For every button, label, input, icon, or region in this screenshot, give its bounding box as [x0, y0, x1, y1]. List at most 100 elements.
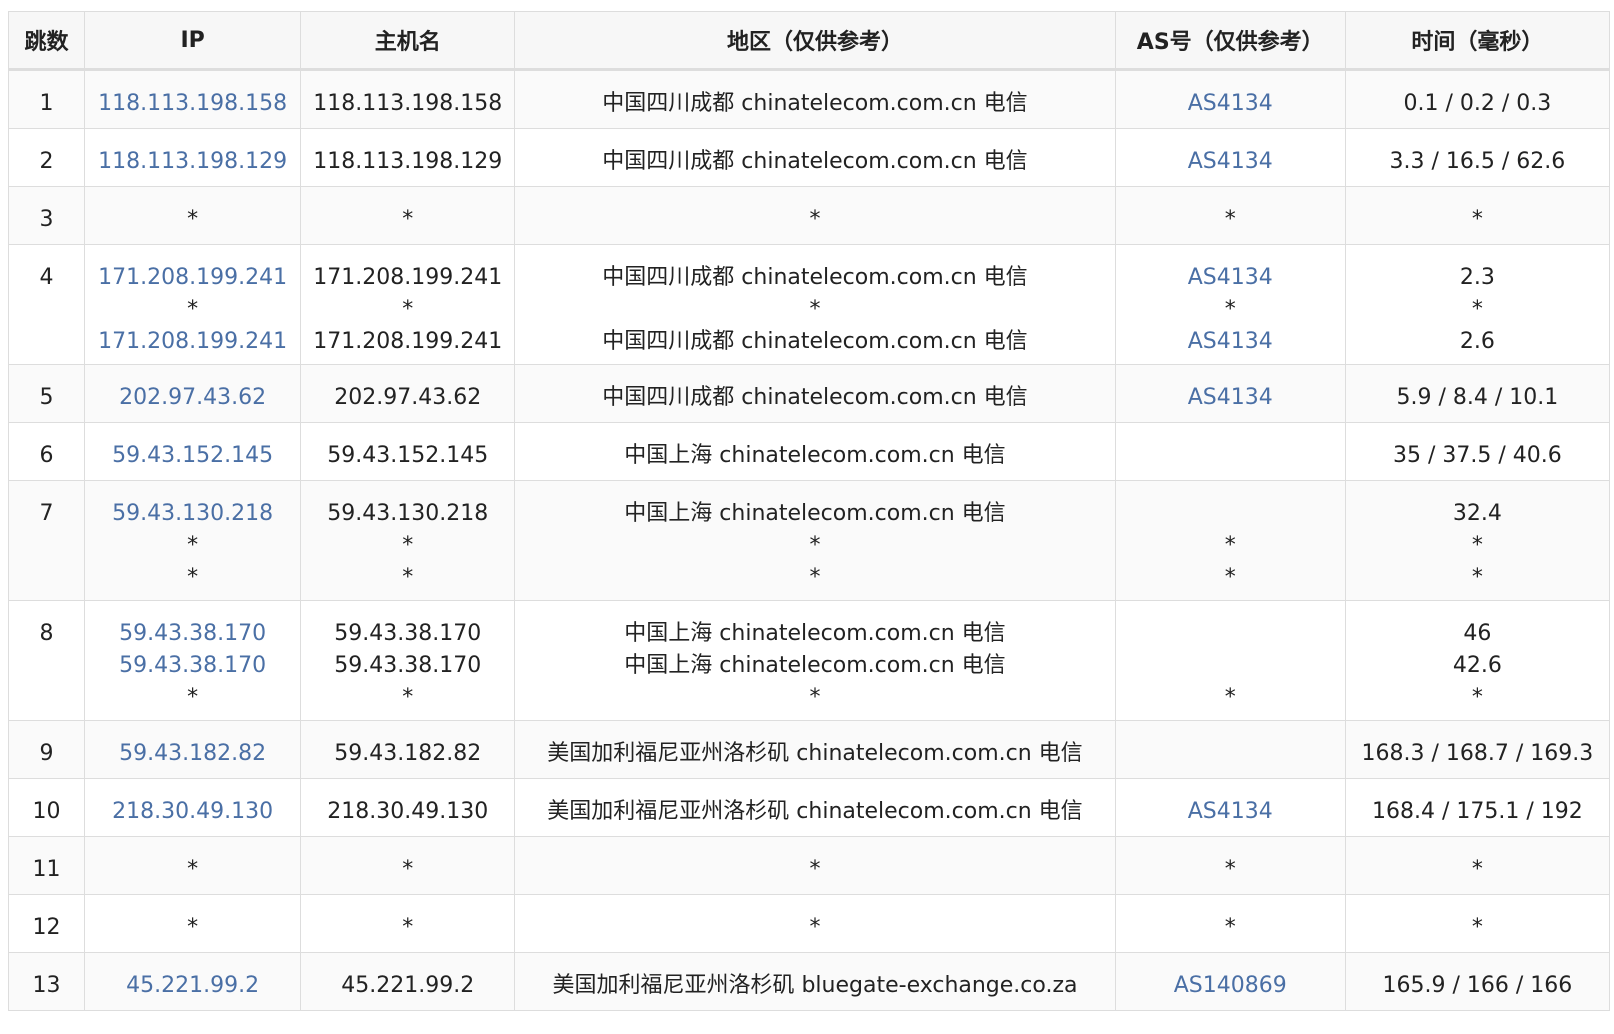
ip-link[interactable]: 171.208.199.241 [98, 265, 287, 290]
hop-cell: 2 [7, 128, 86, 187]
table-row: 13 45.221.99.2 45.221.99.2 美国加利福尼亚州洛杉矶 blue… [7, 952, 1611, 1011]
hop-number: 13 [32, 973, 61, 998]
hostname-cell-value: 59.43.152.145 [327, 443, 489, 468]
time-cell: 35 / 37.5 / 40.6 [1344, 422, 1611, 481]
hostname-cell: 218.30.49.130 [300, 778, 516, 837]
time-cell-value: 168.4 / 175.1 / 192 [1372, 799, 1583, 824]
region-cell-value: * [809, 297, 821, 322]
as-link[interactable]: AS4134 [1188, 799, 1273, 824]
as-number-cell-value: * [1224, 207, 1236, 232]
time-cell: * [1344, 186, 1611, 245]
ip-cell-line: 171.208.199.241 [85, 262, 300, 294]
hostname-cell-value: 171.208.199.241 [313, 329, 503, 354]
time-cell-value: 2.6 [1459, 329, 1495, 354]
time-cell: 168.4 / 175.1 / 192 [1344, 778, 1611, 837]
ip-link[interactable]: 45.221.99.2 [126, 973, 259, 998]
ip-link[interactable]: 218.30.49.130 [112, 799, 273, 824]
header-hop: 跳数 [7, 11, 86, 71]
ip-link[interactable]: 59.43.182.82 [119, 741, 266, 766]
hostname-cell-value: * [402, 565, 414, 590]
hop-cell: 13 [7, 952, 86, 1011]
as-link[interactable]: AS4134 [1188, 329, 1273, 354]
region-cell: 中国上海 chinatelecom.com.cn 电信 [514, 422, 1116, 481]
ip-cell-value: * [187, 915, 199, 940]
region-cell-value: 美国加利福尼亚州洛杉矶 chinatelecom.com.cn 电信 [547, 799, 1083, 824]
as-number-cell-line: AS4134 [1116, 382, 1345, 414]
hop-cell: 12 [7, 894, 86, 953]
time-cell-value: 3.3 / 16.5 / 62.6 [1389, 149, 1566, 174]
table-row: 4 171.208.199.241 * 171.208.199.241 171.208.… [7, 244, 1611, 365]
header-hostname: 主机名 [300, 11, 516, 71]
ip-link[interactable]: 202.97.43.62 [119, 385, 266, 410]
hop-number: 2 [39, 149, 54, 174]
ip-cell: 59.43.130.218 * * [84, 480, 302, 601]
time-cell-value: 42.6 [1452, 653, 1502, 678]
region-cell-value: 中国四川成都 chinatelecom.com.cn 电信 [602, 149, 1028, 174]
region-cell-value: 美国加利福尼亚州洛杉矶 chinatelecom.com.cn 电信 [547, 741, 1083, 766]
ip-link[interactable]: 118.113.198.158 [98, 91, 287, 116]
hop-number: 6 [39, 443, 54, 468]
time-cell: * [1344, 894, 1611, 953]
header-region: 地区（仅供参考） [514, 11, 1116, 71]
header-time: 时间（毫秒） [1344, 11, 1611, 71]
ip-link[interactable]: 118.113.198.129 [98, 149, 287, 174]
ip-cell: 202.97.43.62 [84, 364, 302, 423]
as-number-cell-line: AS140869 [1116, 970, 1345, 1002]
time-cell-value: * [1471, 533, 1483, 558]
region-cell: 中国四川成都 chinatelecom.com.cn 电信 [514, 364, 1116, 423]
ip-cell-line: 45.221.99.2 [85, 970, 300, 1002]
as-number-cell: * [1114, 894, 1346, 953]
hostname-cell-value: * [402, 915, 414, 940]
table-header: 跳数 IP 主机名 地区（仅供参考） AS号（仅供参考） 时间（毫秒） [7, 11, 1611, 71]
as-link[interactable]: AS140869 [1174, 973, 1287, 998]
table-row: 5 202.97.43.62 202.97.43.62 中国四川成都 chinatel… [7, 364, 1611, 423]
ip-cell-value: * [187, 857, 199, 882]
region-cell-value: 中国上海 chinatelecom.com.cn 电信 [624, 621, 1006, 646]
hop-cell: 5 [7, 364, 86, 423]
hostname-cell: 118.113.198.158 [300, 69, 516, 129]
ip-link[interactable]: 59.43.130.218 [112, 501, 273, 526]
hostname-cell-value: 59.43.38.170 [334, 653, 482, 678]
hostname-cell-value: 45.221.99.2 [341, 973, 475, 998]
region-cell-value: * [809, 565, 821, 590]
hop-cell: 8 [7, 600, 86, 721]
as-number-cell: * [1114, 600, 1346, 721]
hop-number: 8 [39, 621, 54, 646]
time-cell-value: 32.4 [1452, 501, 1502, 526]
hop-number: 10 [32, 799, 61, 824]
as-link[interactable]: AS4134 [1188, 385, 1273, 410]
table-row: 1 118.113.198.158 118.113.198.158 中国四川成都 ch… [7, 69, 1611, 129]
ip-cell: 171.208.199.241 * 171.208.199.241 [84, 244, 302, 365]
as-number-cell [1114, 422, 1346, 481]
time-cell-value: 46 [1463, 621, 1492, 646]
ip-link[interactable]: 171.208.199.241 [98, 329, 287, 354]
as-number-cell: * * [1114, 480, 1346, 601]
time-cell-value: * [1471, 915, 1483, 940]
as-number-cell: * [1114, 836, 1346, 895]
region-cell-value: * [809, 915, 821, 940]
hostname-cell-value: 118.113.198.129 [313, 149, 503, 174]
hop-cell: 1 [7, 69, 86, 129]
as-number-cell-value [1116, 738, 1345, 770]
region-cell-value: 中国四川成都 chinatelecom.com.cn 电信 [602, 265, 1028, 290]
as-number-cell: AS4134 [1114, 778, 1346, 837]
ip-link[interactable]: 59.43.38.170 [119, 653, 266, 678]
region-cell-value: 中国上海 chinatelecom.com.cn 电信 [624, 501, 1006, 526]
region-cell: 美国加利福尼亚州洛杉矶 chinatelecom.com.cn 电信 [514, 720, 1116, 779]
as-link[interactable]: AS4134 [1188, 265, 1273, 290]
as-link[interactable]: AS4134 [1188, 91, 1273, 116]
hop-number: 1 [39, 91, 54, 116]
region-cell: 中国四川成都 chinatelecom.com.cn 电信 * 中国四川成都 chi… [514, 244, 1116, 365]
as-number-cell-value: * [1224, 533, 1236, 558]
ip-link[interactable]: 59.43.38.170 [119, 621, 266, 646]
hostname-cell-value: * [402, 297, 414, 322]
as-number-cell: AS4134 [1114, 364, 1346, 423]
time-cell-value: 165.9 / 166 / 166 [1382, 973, 1573, 998]
time-cell-value: 0.1 / 0.2 / 0.3 [1403, 91, 1552, 116]
ip-link[interactable]: 59.43.152.145 [112, 443, 273, 468]
ip-cell-line: 118.113.198.158 [85, 88, 300, 120]
header-ip: IP [84, 11, 302, 71]
hostname-cell: * [300, 894, 516, 953]
time-cell-value: * [1471, 685, 1483, 710]
as-link[interactable]: AS4134 [1188, 149, 1273, 174]
